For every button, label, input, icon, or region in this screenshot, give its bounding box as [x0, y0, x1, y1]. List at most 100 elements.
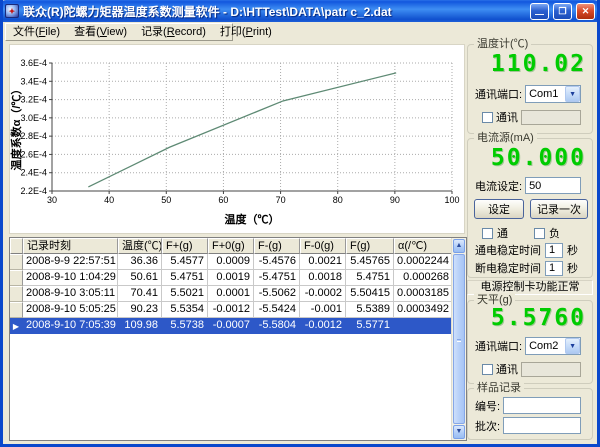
table-cell[interactable]: -0.0007 — [208, 318, 254, 334]
table-cell[interactable]: 90.23 — [118, 302, 162, 318]
thermometer-group-label: 温度计(℃) — [474, 37, 531, 51]
current-set-input[interactable] — [525, 177, 581, 194]
table-cell[interactable]: 5.4751 — [346, 270, 394, 286]
table-cell[interactable]: 2008-9-9 22:57:51 — [23, 254, 118, 270]
current-source-group: 电流源(mA) 50.000 电流设定: 设定 记录一次 通 负 通电稳定时间 … — [467, 138, 593, 278]
table-cell[interactable]: -5.4576 — [254, 254, 300, 270]
thermo-port-select[interactable]: Com1 ▼ — [525, 85, 581, 103]
x-tick-label: 40 — [104, 195, 114, 205]
table-cell[interactable]: 5.5771 — [346, 318, 394, 334]
table-cell[interactable]: 0.0021 — [300, 254, 346, 270]
titlebar: ✦ 联众(R)陀螺力矩器温度系数测量软件 - D:\HTTest\DATA\pa… — [0, 0, 600, 22]
column-header[interactable]: α(/℃) — [394, 238, 453, 254]
table-cell[interactable]: 2008-9-10 1:04:29 — [23, 270, 118, 286]
table-cell[interactable]: 0.0018 — [300, 270, 346, 286]
table-cell[interactable]: -5.4751 — [254, 270, 300, 286]
off-time-input[interactable] — [545, 261, 563, 276]
thermo-comm-label: 通讯 — [496, 109, 518, 125]
table-cell[interactable]: 5.45765 — [346, 254, 394, 270]
column-header[interactable]: F-0(g) — [300, 238, 346, 254]
table-vertical-scrollbar[interactable]: ▲ ▼ — [451, 238, 466, 440]
table-cell[interactable] — [394, 318, 453, 334]
record-once-button[interactable]: 记录一次 — [530, 199, 588, 219]
menu-item-view[interactable]: 查看(View) — [67, 24, 134, 40]
table-row[interactable]: ▶2008-9-10 7:05:39109.985.5738-0.0007-5.… — [10, 318, 451, 334]
scrollbar-thumb[interactable] — [453, 254, 465, 424]
column-header[interactable]: 记录时刻 — [23, 238, 118, 254]
chevron-down-icon[interactable]: ▼ — [565, 338, 580, 354]
scroll-down-icon[interactable]: ▼ — [453, 425, 465, 439]
current-on-label: 通 — [497, 225, 508, 241]
current-negative-checkbox[interactable] — [534, 228, 545, 239]
current-row-marker-icon[interactable]: ▶ — [10, 318, 23, 334]
table-cell[interactable]: 5.5354 — [162, 302, 208, 318]
table-cell[interactable]: 5.4577 — [162, 254, 208, 270]
table-cell[interactable]: 5.5738 — [162, 318, 208, 334]
y-tick-label: 2.6E-4 — [20, 149, 47, 159]
table-cell[interactable]: 0.0001 — [208, 286, 254, 302]
column-header[interactable]: F+(g) — [162, 238, 208, 254]
table-row[interactable]: 2008-9-10 1:04:2950.615.47510.0019-5.475… — [10, 270, 451, 286]
table-row[interactable]: 2008-9-10 3:05:1170.415.50210.0001-5.506… — [10, 286, 451, 302]
sample-id-label: 编号: — [475, 398, 500, 414]
table-cell[interactable]: 109.98 — [118, 318, 162, 334]
table-cell[interactable]: 0.0003492 — [394, 302, 453, 318]
table-cell[interactable]: 0.0009 — [208, 254, 254, 270]
balance-comm-checkbox[interactable] — [482, 364, 493, 375]
thermometer-led-display: 110.02 — [472, 51, 586, 77]
sample-id-input[interactable] — [503, 397, 581, 414]
table-cell[interactable]: -0.0002 — [300, 286, 346, 302]
table-cell[interactable]: 5.50415 — [346, 286, 394, 302]
column-header[interactable]: F(g) — [346, 238, 394, 254]
y-axis-label: 温度系数α（/℃） — [10, 84, 23, 171]
table-cell[interactable]: 70.41 — [118, 286, 162, 302]
table-cell[interactable]: 36.36 — [118, 254, 162, 270]
table-cell[interactable]: 2008-9-10 5:05:25 — [23, 302, 118, 318]
table-cell[interactable]: 0.0019 — [208, 270, 254, 286]
column-header[interactable]: 温度(℃) — [118, 238, 162, 254]
thermo-comm-checkbox[interactable] — [482, 112, 493, 123]
table-cell[interactable]: 2008-9-10 3:05:11 — [23, 286, 118, 302]
row-selector[interactable] — [10, 254, 23, 270]
x-tick-label: 100 — [444, 195, 459, 205]
table-cell[interactable]: 50.61 — [118, 270, 162, 286]
menu-item-print[interactable]: 打印(Print) — [213, 24, 279, 40]
on-time-input[interactable] — [545, 243, 563, 258]
row-selector[interactable] — [10, 302, 23, 318]
table-row[interactable]: 2008-9-9 22:57:5136.365.45770.0009-5.457… — [10, 254, 451, 270]
table-cell[interactable]: -5.5804 — [254, 318, 300, 334]
table-cell[interactable]: 5.5021 — [162, 286, 208, 302]
table-cell[interactable]: 0.0002244 — [394, 254, 453, 270]
table-cell[interactable]: -5.5424 — [254, 302, 300, 318]
table-row[interactable]: 2008-9-10 5:05:2590.235.5354-0.0012-5.54… — [10, 302, 451, 318]
sample-batch-input[interactable] — [503, 417, 581, 434]
balance-port-select[interactable]: Com2 ▼ — [525, 337, 581, 355]
combo-value: Com2 — [526, 338, 565, 354]
row-selector[interactable] — [10, 270, 23, 286]
sample-batch-label: 批次: — [475, 418, 500, 434]
table-cell[interactable]: -0.001 — [300, 302, 346, 318]
minimize-button[interactable]: — — [530, 3, 549, 20]
table-cell[interactable]: 2008-9-10 7:05:39 — [23, 318, 118, 334]
scroll-up-icon[interactable]: ▲ — [453, 239, 465, 253]
column-header[interactable]: F-(g) — [254, 238, 300, 254]
maximize-button[interactable]: ❐ — [553, 3, 572, 20]
set-button[interactable]: 设定 — [474, 199, 524, 219]
table-cell[interactable]: -0.0012 — [208, 302, 254, 318]
menu-item-record[interactable]: 记录(Record) — [134, 24, 213, 40]
balance-group: 天平(g) 5.5760 通讯端口: Com2 ▼ 通讯 — [467, 300, 593, 384]
current-negative-label: 负 — [549, 225, 560, 241]
row-selector[interactable] — [10, 286, 23, 302]
table-cell[interactable]: -0.0012 — [300, 318, 346, 334]
table-cell[interactable]: 0.0003185 — [394, 286, 453, 302]
thermo-port-label: 通讯端口: — [475, 86, 522, 102]
table-cell[interactable]: 5.5389 — [346, 302, 394, 318]
column-header[interactable]: F+0(g) — [208, 238, 254, 254]
current-on-checkbox[interactable] — [482, 228, 493, 239]
table-cell[interactable]: -5.5062 — [254, 286, 300, 302]
chevron-down-icon[interactable]: ▼ — [565, 86, 580, 102]
close-button[interactable]: ✕ — [576, 3, 595, 20]
table-cell[interactable]: 0.000268 — [394, 270, 453, 286]
table-cell[interactable]: 5.4751 — [162, 270, 208, 286]
menu-item-file[interactable]: 文件(File) — [6, 24, 67, 40]
